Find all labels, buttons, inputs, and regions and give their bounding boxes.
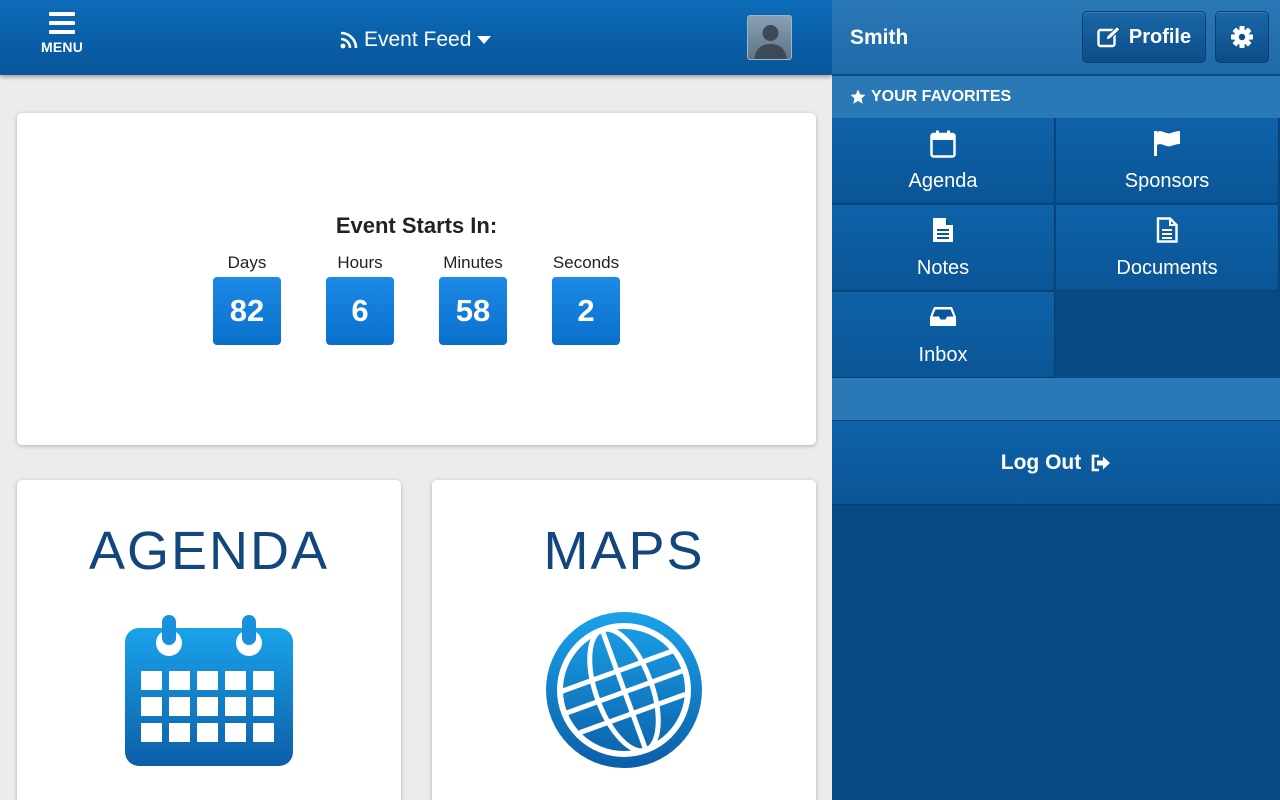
side-header: Smith Profile (832, 0, 1280, 75)
favorite-agenda[interactable]: Agenda (832, 118, 1055, 204)
countdown-label: Hours (337, 253, 383, 272)
agenda-tile-label: AGENDA (88, 521, 330, 581)
countdown-value: 6 (326, 277, 394, 345)
calendar-icon (930, 130, 956, 158)
globe-icon (546, 612, 702, 768)
document-icon (1156, 217, 1178, 243)
favorite-label: Inbox (918, 344, 968, 366)
file-icon (933, 218, 953, 242)
countdown-minutes: Minutes 58 (439, 253, 507, 345)
user-avatar-icon (754, 25, 787, 59)
countdown-value: 58 (439, 277, 507, 345)
countdown-days: Days 82 (213, 253, 281, 345)
side-divider (832, 378, 1280, 420)
side-panel: Smith Profile YOUR FAVORITES Agenda Spon… (832, 0, 1280, 800)
favorite-sponsors[interactable]: Sponsors (1056, 118, 1279, 204)
caret-down-icon (477, 36, 492, 44)
favorite-label: Documents (1116, 257, 1218, 279)
menu-button[interactable]: MENU (38, 12, 86, 64)
maps-tile[interactable]: MAPS (432, 480, 816, 800)
main-content: MENU Event Feed Event Starts In: Days 82… (0, 0, 832, 800)
calendar-icon (125, 615, 293, 766)
countdown-label: Minutes (443, 253, 503, 272)
countdown-hours: Hours 6 (326, 253, 394, 345)
countdown-card: Event Starts In: Days 82 Hours 6 Minutes… (17, 113, 816, 445)
flag-icon (1154, 131, 1180, 156)
user-name: Smith (850, 26, 909, 49)
countdown-value: 2 (552, 277, 620, 345)
event-feed-title: Event Feed (364, 28, 472, 51)
countdown-label: Seconds (552, 253, 620, 272)
countdown-title: Event Starts In: (335, 213, 498, 238)
hamburger-icon (49, 12, 75, 34)
favorite-notes[interactable]: Notes (832, 205, 1055, 291)
menu-label: MENU (40, 39, 84, 55)
countdown-units: Days 82 Hours 6 Minutes 58 Seconds 2 (213, 253, 620, 345)
logout-button[interactable]: Log Out (832, 421, 1280, 505)
star-icon (850, 89, 866, 104)
event-feed-dropdown[interactable]: Event Feed (340, 26, 497, 54)
favorite-inbox[interactable]: Inbox (832, 292, 1055, 378)
favorites-title: YOUR FAVORITES (871, 88, 1012, 105)
countdown-seconds: Seconds 2 (552, 253, 620, 345)
favorites-empty-slot (1056, 292, 1280, 378)
profile-label: Profile (1128, 25, 1192, 48)
agenda-tile[interactable]: AGENDA (17, 480, 401, 800)
favorite-documents[interactable]: Documents (1056, 205, 1279, 291)
edit-icon (1097, 26, 1121, 48)
favorite-label: Sponsors (1124, 170, 1210, 192)
countdown-value: 82 (213, 277, 281, 345)
profile-button[interactable]: Profile (1082, 11, 1206, 63)
logout-label: Log Out (1000, 450, 1082, 474)
maps-tile-label: MAPS (543, 521, 705, 581)
top-bar: MENU Event Feed (0, 0, 832, 75)
gear-icon (1231, 26, 1253, 48)
favorites-header: YOUR FAVORITES (832, 76, 1280, 118)
user-avatar-button[interactable] (747, 15, 792, 60)
countdown-label: Days (227, 253, 267, 272)
inbox-icon (930, 307, 956, 326)
favorite-label: Agenda (908, 170, 978, 192)
rss-icon (340, 31, 358, 49)
settings-button[interactable] (1215, 11, 1269, 63)
sign-out-icon (1091, 454, 1111, 471)
favorite-label: Notes (916, 257, 970, 279)
